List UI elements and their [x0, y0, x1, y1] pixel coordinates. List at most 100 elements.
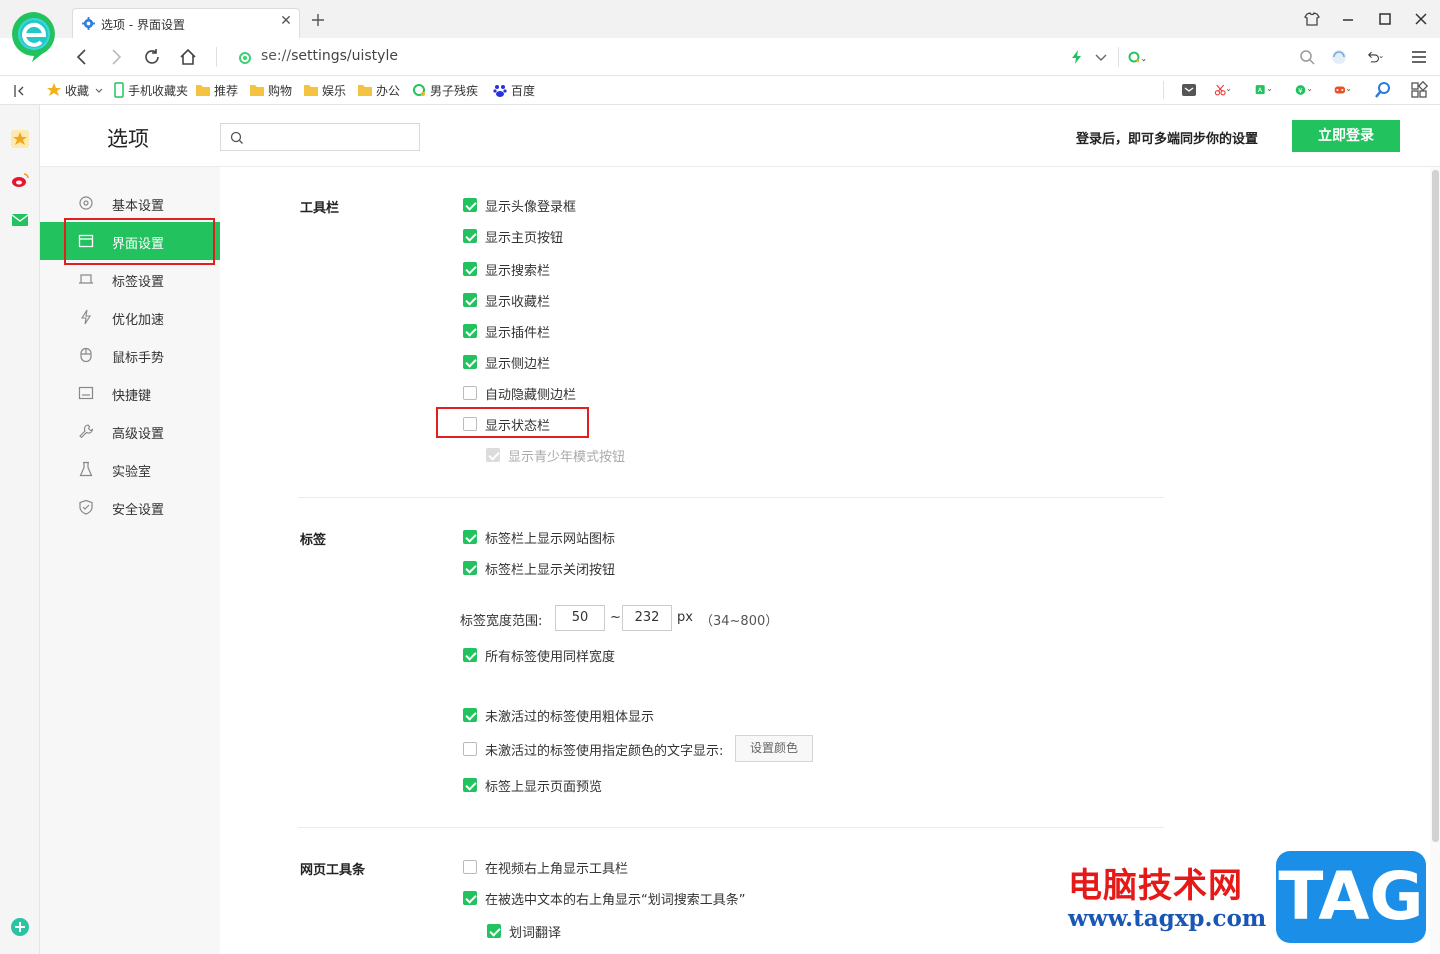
menu-item-mouse[interactable]: 鼠标手势 — [40, 336, 220, 374]
menu-item-speed[interactable]: 优化加速 — [40, 298, 220, 336]
bookmark-item[interactable]: 男子残疾 — [411, 82, 478, 98]
option-selection-search[interactable]: 在被选中文本的右上角显示“划词搜索工具条” — [463, 890, 745, 908]
refresh-icon[interactable] — [142, 47, 162, 67]
search-plugin-icon[interactable] — [1374, 81, 1392, 99]
new-tab-icon[interactable] — [310, 12, 326, 28]
bookmark-item[interactable]: 手机收藏夹 — [113, 82, 188, 98]
menu-item-basic[interactable]: 基本设置 — [40, 184, 220, 222]
checkbox[interactable] — [487, 924, 501, 938]
menu-item-security[interactable]: 安全设置 — [40, 488, 220, 526]
set-color-button[interactable]: 设置颜色 — [735, 735, 813, 762]
option-show-search[interactable]: 显示搜索栏 — [463, 261, 550, 279]
option-same-width[interactable]: 所有标签使用同样宽度 — [463, 647, 615, 665]
menu-item-tabs[interactable]: 标签设置 — [40, 260, 220, 298]
option-tab-favicon[interactable]: 标签栏上显示网站图标 — [463, 529, 615, 547]
checkbox[interactable] — [463, 293, 477, 307]
section-title-tabs: 标签 — [300, 533, 327, 548]
bookmark-item[interactable]: 购物 — [249, 82, 292, 98]
close-window-icon[interactable] — [1412, 10, 1430, 28]
forward-icon[interactable] — [106, 47, 126, 67]
option-show-bookmarks[interactable]: 显示收藏栏 — [463, 292, 550, 310]
weibo-icon[interactable] — [10, 170, 30, 190]
checkbox[interactable] — [463, 324, 477, 338]
option-show-sidebar[interactable]: 显示侧边栏 — [463, 354, 550, 372]
settings-search-input[interactable] — [220, 123, 420, 151]
minimize-icon[interactable] — [1339, 10, 1357, 28]
favorites-icon[interactable] — [10, 129, 30, 149]
bookmark-item[interactable]: 办公 — [357, 82, 400, 98]
bookmark-item[interactable]: 娱乐 — [303, 82, 346, 98]
bookmark-item[interactable]: 百度 — [492, 82, 535, 98]
translate-plugin-icon[interactable]: A — [1255, 81, 1273, 99]
login-button[interactable]: 立即登录 — [1292, 120, 1400, 152]
add-sidebar-icon[interactable] — [10, 917, 30, 937]
checkbox[interactable] — [463, 262, 477, 276]
address-input[interactable]: se://settings/uistyle — [261, 48, 398, 64]
menu-icon[interactable] — [1410, 48, 1428, 66]
checkbox[interactable] — [463, 229, 477, 243]
option-show-home[interactable]: 显示主页按钮 — [463, 228, 563, 246]
home-icon[interactable] — [178, 47, 198, 67]
menu-item-label: 优化加速 — [112, 313, 165, 328]
checkbox[interactable] — [463, 860, 477, 874]
reader-icon[interactable] — [1180, 81, 1198, 99]
option-color-inactive[interactable]: 未激活过的标签使用指定颜色的文字显示: — [463, 741, 723, 759]
checkbox[interactable] — [463, 386, 477, 400]
title-bar: 选项 - 界面设置 ✕ — [0, 0, 1440, 38]
side-strip — [0, 105, 40, 954]
chevron-down-icon[interactable] — [1092, 48, 1110, 66]
option-bold-inactive[interactable]: 未激活过的标签使用粗体显示 — [463, 707, 654, 725]
maximize-icon[interactable] — [1376, 10, 1394, 28]
checkbox[interactable] — [463, 742, 477, 756]
bookmark-separator — [1163, 81, 1164, 99]
scissors-icon[interactable] — [1214, 81, 1232, 99]
skin-icon[interactable] — [1303, 10, 1321, 28]
menu-item-label: 鼠标手势 — [112, 351, 165, 366]
bookmark-item[interactable]: 推荐 — [195, 82, 238, 98]
address-toolbar: se://settings/uistyle — [0, 38, 1440, 76]
undo-icon[interactable] — [1366, 48, 1384, 66]
menu-item-shortcuts[interactable]: 快捷键 — [40, 374, 220, 412]
bookmark-label: 娱乐 — [322, 83, 347, 98]
checkbox[interactable] — [463, 530, 477, 544]
checkbox[interactable] — [463, 891, 477, 905]
browser-tab[interactable]: 选项 - 界面设置 ✕ — [72, 8, 300, 38]
bookmark-label: 收藏 — [65, 83, 90, 98]
extensions-icon[interactable] — [1410, 81, 1428, 99]
checkbox[interactable] — [463, 355, 477, 369]
watermark-tag-logo: TAG — [1276, 851, 1426, 943]
checkbox[interactable] — [463, 708, 477, 722]
option-label: 显示插件栏 — [485, 325, 551, 341]
search-icon[interactable] — [1298, 48, 1316, 66]
option-tab-close-button[interactable]: 标签栏上显示关闭按钮 — [463, 560, 615, 578]
menu-item-advanced[interactable]: 高级设置 — [40, 412, 220, 450]
back-icon[interactable] — [72, 47, 92, 67]
search-engine-icon[interactable] — [1128, 48, 1146, 66]
checkbox[interactable] — [463, 778, 477, 792]
checkbox[interactable] — [463, 561, 477, 575]
menu-item-lab[interactable]: 实验室 — [40, 450, 220, 488]
scrollbar-thumb[interactable] — [1432, 170, 1439, 842]
sidebar-toggle-icon[interactable] — [10, 82, 28, 100]
keyboard-icon — [78, 386, 94, 400]
shopping-icon[interactable]: ¥ — [1295, 81, 1313, 99]
bookmark-item[interactable]: 收藏 — [46, 82, 108, 98]
option-tab-preview[interactable]: 标签上显示页面预览 — [463, 777, 602, 795]
option-autohide-sidebar[interactable]: 自动隐藏侧边栏 — [463, 385, 576, 403]
game-icon[interactable] — [1334, 81, 1352, 99]
range-tilde: ~ — [610, 610, 621, 625]
checkbox[interactable] — [463, 648, 477, 662]
option-video-toolbar[interactable]: 在视频右上角显示工具栏 — [463, 859, 628, 877]
checkbox[interactable] — [463, 198, 477, 212]
speed-mode-icon[interactable] — [1068, 48, 1086, 66]
tab-width-min-input[interactable]: 50 — [555, 605, 605, 631]
translate-icon[interactable] — [1330, 48, 1348, 66]
option-selection-translate[interactable]: 划词翻译 — [487, 923, 561, 941]
tab-close-icon[interactable]: ✕ — [279, 14, 293, 28]
option-show-plugins[interactable]: 显示插件栏 — [463, 323, 551, 341]
scrollbar[interactable] — [1430, 167, 1440, 954]
mail-icon[interactable] — [10, 210, 30, 230]
option-show-avatar[interactable]: 显示头像登录框 — [463, 197, 576, 215]
browser-logo-icon[interactable] — [10, 10, 58, 62]
tab-width-max-input[interactable]: 232 — [622, 605, 672, 631]
